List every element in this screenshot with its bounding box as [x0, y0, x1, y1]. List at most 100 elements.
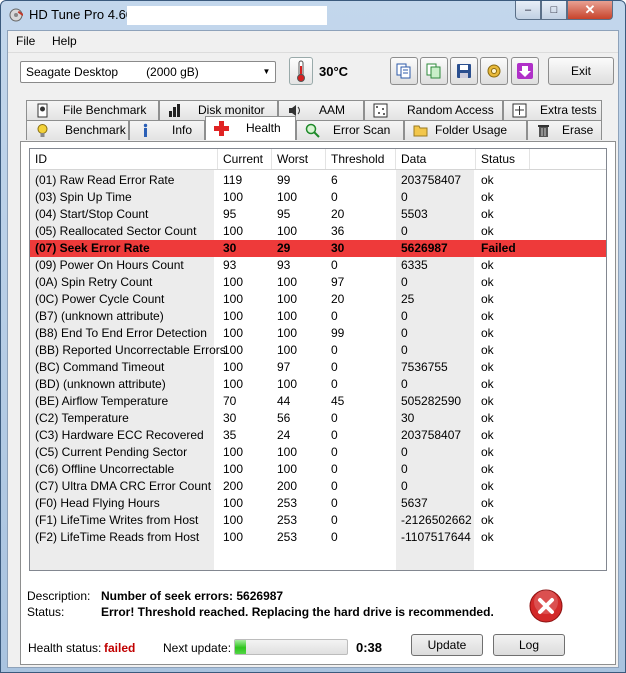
smart-table[interactable]: ID Current Worst Threshold Data Status (…: [29, 148, 607, 571]
table-row[interactable]: (01) Raw Read Error Rate 119 99 6 203758407 o…: [30, 172, 606, 189]
table-row[interactable]: (0A) Spin Retry Count 100 100 97 0 ok: [30, 274, 606, 291]
log-button[interactable]: Log: [493, 634, 565, 656]
cell-worst: 100: [277, 326, 298, 340]
lightbulb-icon: [37, 124, 48, 137]
disk-monitor-icon: [169, 104, 180, 117]
table-row[interactable]: (C7) Ultra DMA CRC Error Count 200 200 0 0 ok: [30, 478, 606, 495]
cell-current: 95: [223, 207, 237, 221]
table-row[interactable]: (C2) Temperature 30 56 0 30 ok: [30, 410, 606, 427]
tab-folder-usage[interactable]: Folder Usage: [404, 120, 527, 140]
exit-button[interactable]: Exit: [548, 57, 614, 85]
column-header-worst[interactable]: Worst: [272, 149, 326, 169]
table-row[interactable]: (BE) Airflow Temperature 70 44 45 505282590 o…: [30, 393, 606, 410]
tab-random-access[interactable]: Random Access: [364, 100, 503, 120]
save-button[interactable]: [450, 57, 478, 85]
tab-info[interactable]: Info: [129, 120, 205, 140]
drive-select[interactable]: Seagate Desktop (2000 gB) ▼: [20, 61, 276, 83]
cell-status: ok: [481, 173, 494, 187]
table-row-failed[interactable]: (07) Seek Error Rate 30 29 30 5626987 Failed: [30, 240, 606, 257]
cell-threshold: 0: [331, 190, 338, 204]
table-row[interactable]: (F1) LifeTime Writes from Host 100 253 0 -21…: [30, 512, 606, 529]
table-row[interactable]: (F2) LifeTime Reads from Host 100 253 0 -110…: [30, 529, 606, 546]
cell-status: ok: [481, 428, 494, 442]
cell-worst: 99: [277, 173, 291, 187]
tab-extra-tests[interactable]: Extra tests: [503, 100, 602, 120]
cell-data: 0: [401, 275, 408, 289]
cell-id: (B8) End To End Error Detection: [35, 326, 207, 340]
table-row[interactable]: (C3) Hardware ECC Recovered 35 24 0 20375840…: [30, 427, 606, 444]
column-header-status[interactable]: Status: [476, 149, 530, 169]
info-icon: [143, 123, 148, 137]
column-header-threshold[interactable]: Threshold: [326, 149, 396, 169]
cell-id: (05) Reallocated Sector Count: [35, 224, 197, 238]
cell-threshold: 0: [331, 343, 338, 357]
cell-threshold: 0: [331, 479, 338, 493]
maximize-button[interactable]: □: [541, 1, 567, 20]
cell-data: 5626987: [401, 241, 448, 255]
tab-error-scan[interactable]: Error Scan: [296, 120, 404, 140]
table-header: ID Current Worst Threshold Data Status: [30, 149, 606, 170]
cell-threshold: 0: [331, 513, 338, 527]
column-header-id[interactable]: ID: [30, 149, 218, 169]
copy-screen-button[interactable]: [420, 57, 448, 85]
cell-status: ok: [481, 479, 494, 493]
table-row[interactable]: (0C) Power Cycle Count 100 100 20 25 ok: [30, 291, 606, 308]
table-row[interactable]: (04) Start/Stop Count 95 95 20 5503 ok: [30, 206, 606, 223]
cell-data: 30: [401, 411, 415, 425]
cell-id: (BB) Reported Uncorrectable Errors: [35, 343, 226, 357]
download-icon: [517, 63, 533, 79]
update-button[interactable]: Update: [411, 634, 483, 656]
tab-file-benchmark[interactable]: File Benchmark: [26, 100, 159, 120]
menu-file[interactable]: File: [16, 34, 35, 48]
cell-threshold: 0: [331, 360, 338, 374]
cell-status: ok: [481, 462, 494, 476]
table-row[interactable]: (05) Reallocated Sector Count 100 100 36 0 ok: [30, 223, 606, 240]
cell-current: 100: [223, 496, 244, 510]
cell-threshold: 99: [331, 326, 345, 340]
column-header-current[interactable]: Current: [218, 149, 272, 169]
cell-data: 0: [401, 190, 408, 204]
cell-data: 25: [401, 292, 415, 306]
cell-worst: 100: [277, 292, 298, 306]
table-row[interactable]: (B7) (unknown attribute) 100 100 0 0 ok: [30, 308, 606, 325]
table-row[interactable]: (B8) End To End Error Detection 100 100 99 0…: [30, 325, 606, 342]
next-update-label: Next update:: [163, 641, 232, 655]
cell-data: 505282590: [401, 394, 462, 408]
cell-current: 93: [223, 258, 237, 272]
cell-current: 119: [223, 173, 243, 187]
cell-status: ok: [481, 224, 494, 238]
options-button[interactable]: [480, 57, 508, 85]
cell-id: (C3) Hardware ECC Recovered: [35, 428, 204, 442]
tab-erase[interactable]: Erase: [527, 120, 602, 140]
cell-data: 6335: [401, 258, 428, 272]
table-row[interactable]: (BC) Command Timeout 100 97 0 7536755 ok: [30, 359, 606, 376]
cell-data: 0: [401, 445, 408, 459]
cell-worst: 100: [277, 343, 298, 357]
health-status-label: Health status:: [28, 641, 102, 655]
table-row[interactable]: (BD) (unknown attribute) 100 100 0 0 ok: [30, 376, 606, 393]
cell-data: 5637: [401, 496, 428, 510]
menu-help[interactable]: Help: [52, 34, 77, 48]
tab-benchmark[interactable]: Benchmark: [26, 120, 129, 140]
table-row[interactable]: (C6) Offline Uncorrectable 100 100 0 0 ok: [30, 461, 606, 478]
download-button[interactable]: [511, 57, 539, 85]
window-title: HD Tune Pro 4.60: [29, 7, 134, 22]
table-row[interactable]: (BB) Reported Uncorrectable Errors 100 100…: [30, 342, 606, 359]
column-header-data[interactable]: Data: [396, 149, 476, 169]
minimize-button[interactable]: –: [515, 1, 541, 20]
tab-health[interactable]: Health: [205, 116, 296, 140]
cell-data: 0: [401, 343, 408, 357]
copy-text-button[interactable]: [390, 57, 418, 85]
cell-data: 203758407: [401, 428, 462, 442]
cell-id: (C7) Ultra DMA CRC Error Count: [35, 479, 212, 493]
cell-data: 0: [401, 326, 408, 340]
table-row[interactable]: (C5) Current Pending Sector 100 100 0 0 ok: [30, 444, 606, 461]
table-row[interactable]: (F0) Head Flying Hours 100 253 0 5637 ok: [30, 495, 606, 512]
title-bar[interactable]: HD Tune Pro 4.60 – □ ✕: [1, 1, 625, 29]
table-row[interactable]: (09) Power On Hours Count 93 93 0 6335 ok: [30, 257, 606, 274]
close-button[interactable]: ✕: [567, 1, 613, 20]
cell-current: 30: [223, 411, 237, 425]
table-row[interactable]: (03) Spin Up Time 100 100 0 0 ok: [30, 189, 606, 206]
health-status-value: failed: [104, 641, 136, 655]
menu-bar: File Help: [8, 31, 618, 53]
